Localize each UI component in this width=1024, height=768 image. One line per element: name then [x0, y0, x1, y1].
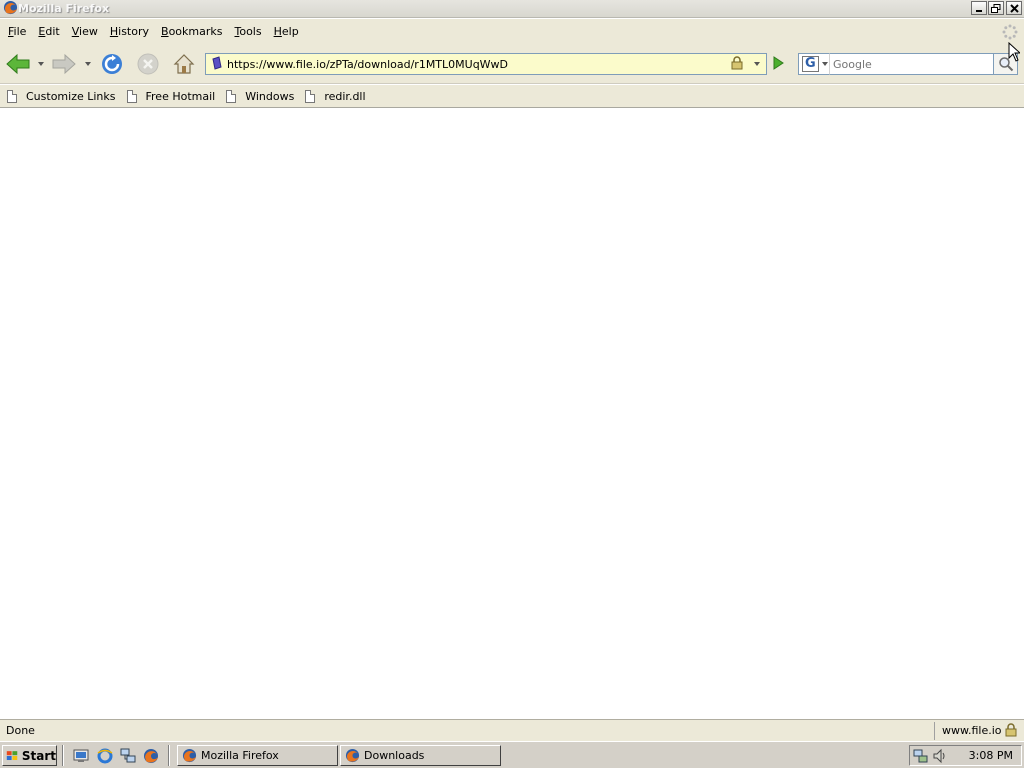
url-bar[interactable] — [205, 53, 767, 75]
search-engine-selector[interactable]: G — [798, 53, 830, 75]
menu-edit-label: dit — [45, 25, 60, 38]
minimize-button[interactable] — [971, 1, 987, 15]
bookmarks-toolbar: Customize Links Free Hotmail Windows red… — [0, 85, 1024, 108]
window-title-bar[interactable]: Mozilla Firefox — [0, 0, 1024, 18]
menu-history-label: istory — [118, 25, 150, 38]
padlock-icon[interactable] — [730, 56, 744, 73]
site-identity-icon — [211, 55, 223, 73]
start-label: Start — [21, 748, 56, 763]
page-content-area[interactable] — [0, 109, 1024, 718]
status-text: Done — [6, 724, 35, 737]
system-tray: 3:08 PM — [909, 745, 1022, 766]
search-box[interactable] — [829, 53, 994, 75]
show-desktop-icon — [73, 749, 89, 762]
taskbar: Start Mozilla Firefox Downloads 3:08 PM — [0, 741, 1024, 768]
page-icon — [305, 89, 316, 103]
taskbar-separator — [168, 745, 170, 766]
taskbar-button-label: Mozilla Firefox — [201, 749, 279, 762]
taskbar-button-label: Downloads — [364, 749, 425, 762]
mouse-cursor-icon — [1008, 41, 1022, 65]
reload-icon — [102, 54, 122, 74]
minimize-icon — [975, 9, 982, 12]
bookmark-label: Windows — [245, 89, 295, 103]
menu-bookmarks-accel: B — [161, 25, 169, 38]
menu-tools-label: ools — [239, 25, 262, 38]
home-icon — [173, 54, 195, 74]
bookmark-label: Free Hotmail — [145, 89, 216, 103]
taskbar-button-downloads[interactable]: Downloads — [340, 745, 501, 766]
page-icon — [7, 89, 17, 103]
url-history-dropmarker[interactable] — [748, 53, 766, 75]
bookmark-label: redir.dll — [324, 89, 366, 103]
go-button[interactable] — [770, 55, 786, 74]
menu-bookmarks[interactable]: Bookmarks — [156, 19, 227, 44]
close-button[interactable] — [1006, 1, 1022, 15]
menu-view[interactable]: View — [67, 19, 103, 44]
quicklaunch-show-desktop[interactable] — [72, 747, 90, 765]
menu-bar: File Edit View History Bookmarks Tools H… — [0, 19, 1024, 44]
menu-help[interactable]: Help — [269, 19, 304, 44]
status-separator — [934, 722, 935, 740]
menu-help-label: elp — [281, 25, 299, 38]
windows-flag-icon — [6, 750, 18, 760]
status-domain[interactable]: www.file.io — [942, 724, 1002, 737]
bookmark-customize-links[interactable]: Customize Links — [7, 89, 116, 103]
firefox-icon — [182, 748, 197, 763]
back-arrow-icon — [6, 53, 30, 75]
stop-icon — [137, 53, 159, 75]
maximize-icon — [991, 3, 1001, 13]
reload-button[interactable] — [98, 50, 126, 78]
taskbar-button-mozilla-firefox[interactable]: Mozilla Firefox — [177, 745, 338, 766]
menu-file[interactable]: File — [3, 19, 31, 44]
home-button[interactable] — [170, 50, 198, 78]
taskbar-separator — [62, 745, 64, 766]
stop-button[interactable] — [134, 50, 162, 78]
status-bar: Done www.file.io — [0, 719, 1024, 741]
page-icon — [226, 89, 237, 103]
url-input[interactable] — [227, 55, 717, 73]
bookmark-label: Customize Links — [26, 89, 116, 103]
clock[interactable]: 3:08 PM — [969, 749, 1013, 762]
firefox-icon — [144, 749, 158, 763]
firefox-icon — [345, 748, 360, 763]
menu-view-accel: V — [71, 25, 80, 38]
menu-help-accel: H — [273, 25, 282, 38]
forward-history-dropmarker[interactable] — [85, 62, 91, 66]
menu-tools[interactable]: Tools — [229, 19, 266, 44]
menu-bookmarks-label: ookmarks — [168, 25, 223, 38]
speaker-icon[interactable] — [932, 748, 948, 767]
internet-explorer-icon — [97, 748, 113, 764]
forward-button[interactable] — [50, 50, 78, 78]
menu-history[interactable]: History — [105, 19, 154, 44]
bookmark-free-hotmail[interactable]: Free Hotmail — [126, 89, 216, 103]
menu-history-accel: H — [109, 25, 119, 38]
quicklaunch-network[interactable] — [119, 747, 137, 765]
throbber-icon — [1002, 24, 1018, 43]
go-arrow-icon — [773, 56, 784, 70]
menu-view-label: iew — [79, 25, 98, 38]
quicklaunch-internet-explorer[interactable] — [96, 747, 114, 765]
firefox-icon — [3, 0, 18, 18]
quicklaunch-firefox[interactable] — [142, 747, 160, 765]
back-history-dropmarker[interactable] — [38, 62, 44, 66]
padlock-icon[interactable] — [1004, 723, 1018, 740]
back-button[interactable] — [4, 50, 32, 78]
google-icon: G — [802, 56, 819, 72]
bookmark-redir-dll[interactable]: redir.dll — [305, 89, 366, 103]
start-button[interactable]: Start — [2, 745, 57, 766]
maximize-button[interactable] — [988, 1, 1004, 15]
forward-arrow-icon — [52, 53, 76, 75]
bookmark-windows[interactable]: Windows — [226, 89, 295, 103]
menu-file-label: ile — [13, 25, 27, 38]
page-icon — [126, 89, 137, 103]
network-icon — [120, 748, 136, 763]
close-icon — [1009, 3, 1019, 13]
network-icon[interactable] — [913, 748, 929, 767]
window-title: Mozilla Firefox — [18, 2, 110, 15]
menu-edit[interactable]: Edit — [33, 19, 64, 44]
search-input[interactable] — [830, 54, 990, 74]
